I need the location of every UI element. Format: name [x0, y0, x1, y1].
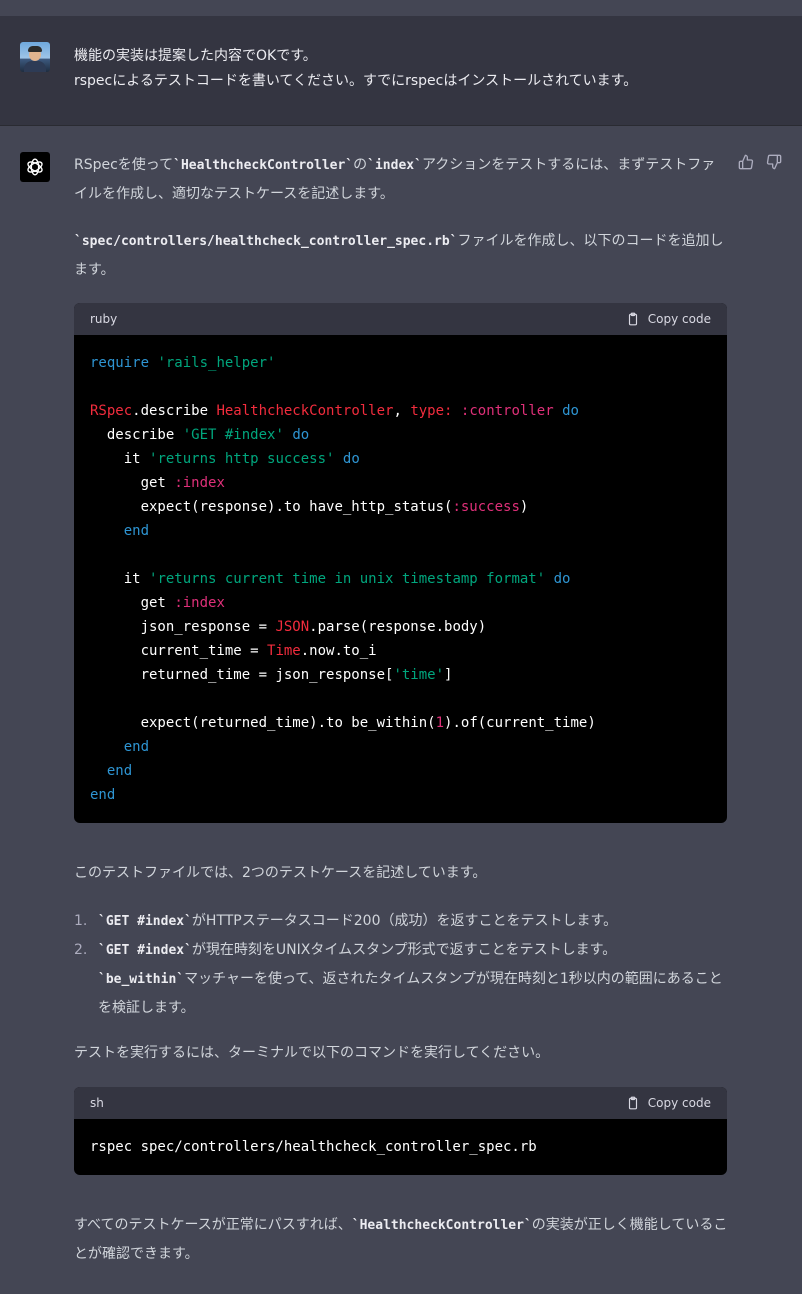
code-token: type:: [410, 403, 453, 419]
code-token: end: [106, 763, 133, 779]
code-token: do: [292, 427, 310, 443]
code-token: JSON: [275, 619, 310, 635]
code-token: :controller: [452, 403, 554, 419]
copy-code-button[interactable]: Copy code: [626, 312, 711, 326]
code-token: 'rails_helper': [157, 355, 276, 371]
list-item-text: が現在時刻をUNIXタイムスタンプ形式で返すことをテストします。: [191, 942, 617, 958]
inline-code: `GET #index`: [98, 943, 192, 958]
inline-code: `HealthcheckController`: [351, 1218, 532, 1233]
code-token: it: [123, 571, 141, 587]
code-token: 'returns current time in unix timestamp …: [149, 571, 546, 587]
code-token: expect(response).to have_http_status(: [140, 499, 453, 515]
list-item-text: マッチャーを使って、返されたタイムスタンプが現在時刻と1秒以内の範囲にあることを…: [98, 971, 723, 1016]
code-token: get: [140, 595, 166, 611]
list-number: 1.: [74, 913, 88, 929]
summary-paragraph: このテストファイルでは、2つのテストケースを記述しています。: [74, 865, 487, 881]
inline-code: `HealthcheckController`: [173, 158, 354, 173]
list-number: 2.: [74, 942, 88, 958]
user-avatar: [20, 42, 50, 72]
inline-code: `be_within`: [98, 972, 185, 987]
code-token: RSpec: [90, 403, 133, 419]
code-token: get: [140, 475, 166, 491]
code-content: rspec spec/controllers/healthcheck_contr…: [74, 1119, 727, 1175]
intro-paragraph: RSpecを使って`HealthcheckController`の`index`…: [74, 151, 729, 208]
code-block-header: ruby Copy code: [74, 303, 727, 335]
inline-code: `spec/controllers/healthcheck_controller…: [74, 234, 458, 249]
code-token: end: [123, 739, 150, 755]
intro-text: の: [353, 157, 368, 173]
code-token: require: [90, 355, 150, 371]
final-text: すべてのテストケースが正常にパスすれば、: [74, 1217, 352, 1233]
user-message-line: rspecによるテストコードを書いてください。すでにrspecはインストールされ…: [74, 73, 638, 89]
run-paragraph: テストを実行するには、ターミナルで以下のコマンドを実行してください。: [74, 1045, 550, 1061]
top-strip: [0, 0, 802, 16]
shell-command: rspec spec/controllers/healthcheck_contr…: [90, 1139, 537, 1155]
code-token: :index: [174, 595, 225, 611]
code-block-ruby: ruby Copy code require 'rails_helper' RS…: [74, 303, 727, 823]
clipboard-icon: [628, 1096, 637, 1110]
code-token: returned_time = json_response[: [140, 667, 394, 683]
code-token: ]: [444, 667, 453, 683]
file-paragraph: `spec/controllers/healthcheck_controller…: [74, 227, 729, 284]
code-token: describe: [106, 427, 175, 443]
list-item-text: がHTTPステータスコード200（成功）を返すことをテストします。: [191, 913, 618, 929]
code-content: require 'rails_helper' RSpec.describe He…: [74, 335, 727, 823]
inline-code: `GET #index`: [98, 914, 192, 929]
thumbs-up-icon[interactable]: [738, 154, 756, 172]
user-message-row: 機能の実装は提案した内容でOKです。 rspecによるテストコードを書いてくださ…: [0, 16, 802, 126]
intro-text: RSpecを使って: [74, 157, 174, 173]
code-token: ,: [393, 403, 411, 419]
assistant-message-row: RSpecを使って`HealthcheckController`の`index`…: [0, 127, 802, 1294]
code-token: end: [90, 787, 116, 803]
code-token: it: [123, 451, 141, 467]
code-token: HealthcheckController: [216, 403, 394, 419]
code-token: 'GET #index': [182, 427, 284, 443]
code-token: :index: [174, 475, 225, 491]
code-token: :success: [452, 499, 520, 515]
code-token: .parse(response.body): [309, 619, 487, 635]
user-message-text: 機能の実装は提案した内容でOKです。 rspecによるテストコードを書いてくださ…: [74, 44, 754, 94]
code-token: Time: [267, 643, 301, 659]
code-token: ): [519, 499, 529, 515]
code-token: .describe: [132, 403, 217, 419]
user-message-line: 機能の実装は提案した内容でOKです。: [74, 48, 317, 64]
code-token: 'time': [393, 667, 445, 683]
code-token: current_time =: [140, 643, 268, 659]
inline-code: `index`: [367, 158, 422, 173]
list-item: 2. `GET #index`が現在時刻をUNIXタイムスタンプ形式で返すことを…: [74, 936, 734, 1022]
code-token: expect(returned_time).to be_within(: [140, 715, 436, 731]
code-language-label: sh: [90, 1096, 104, 1110]
code-token: json_response =: [140, 619, 276, 635]
code-token: 1: [435, 715, 445, 731]
test-case-list: 1. `GET #index`がHTTPステータスコード200（成功）を返すこと…: [74, 907, 734, 1022]
code-block-sh: sh Copy code rspec spec/controllers/heal…: [74, 1087, 727, 1175]
code-token: 'returns http success': [149, 451, 335, 467]
code-language-label: ruby: [90, 312, 118, 326]
copy-code-label: Copy code: [647, 312, 711, 326]
code-token: end: [123, 523, 150, 539]
code-block-header: sh Copy code: [74, 1087, 727, 1119]
copy-code-button[interactable]: Copy code: [626, 1096, 711, 1110]
final-paragraph: すべてのテストケースが正常にパスすれば、`HealthcheckControll…: [74, 1211, 729, 1268]
avatar-hair: [28, 46, 42, 52]
code-token: ).of(current_time): [444, 715, 596, 731]
code-token: do: [342, 451, 360, 467]
code-token: do: [553, 571, 571, 587]
code-token: do: [562, 403, 579, 419]
openai-logo-icon: [20, 152, 50, 182]
copy-code-label: Copy code: [647, 1096, 711, 1110]
list-item: 1. `GET #index`がHTTPステータスコード200（成功）を返すこと…: [74, 907, 734, 936]
avatar-body: [24, 61, 46, 72]
clipboard-icon: [628, 312, 637, 326]
thumbs-down-icon[interactable]: [766, 154, 784, 172]
code-token: .now.to_i: [300, 643, 377, 659]
